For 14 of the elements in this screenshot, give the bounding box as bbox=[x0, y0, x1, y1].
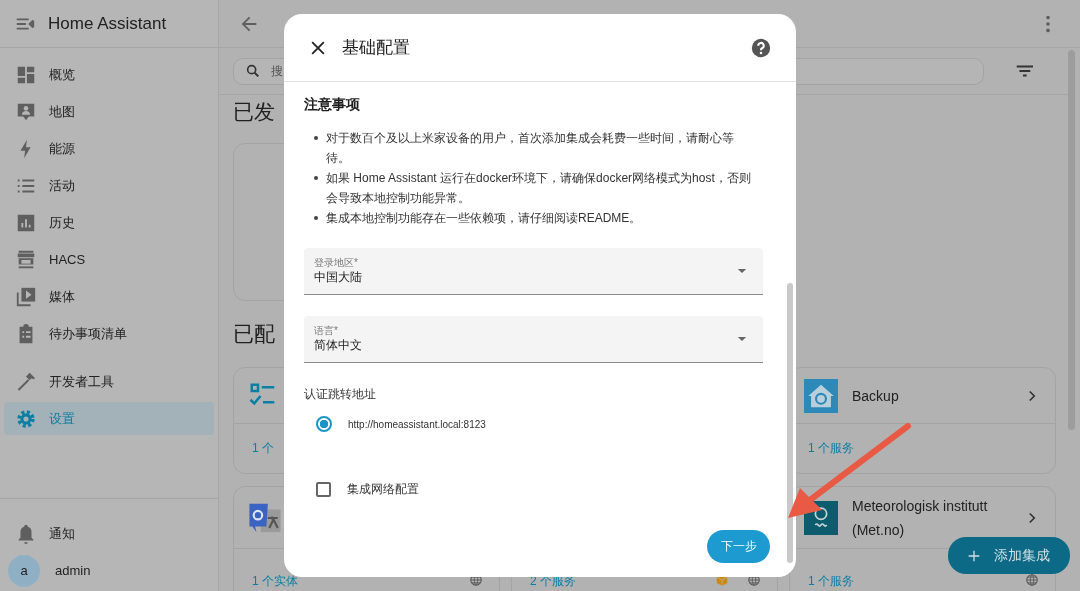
notice-text: 集成本地控制功能存在一些依赖项，请仔细阅读README。 bbox=[326, 210, 642, 227]
card-title: Backup bbox=[852, 386, 900, 406]
app-title: Home Assistant bbox=[48, 13, 167, 34]
field-label: 认证跳转地址 bbox=[304, 386, 377, 402]
notice-text: 对于数百个及以上米家设备的用户，首次添加集成会耗费一些时间，请耐心等待。 bbox=[326, 130, 735, 167]
card-title: Meteorologisk institutt (Met.no) bbox=[852, 496, 989, 540]
avatar: a bbox=[8, 554, 40, 587]
option-label: 集成网络配置 bbox=[347, 480, 419, 498]
notice-text: 如果 Home Assistant 运行在docker环境下，请确保docker网络模式为host，否则会导致本地控制功能异常。 bbox=[326, 170, 752, 207]
section-heading: 已配 bbox=[233, 321, 275, 347]
notice-heading: 注意事项 bbox=[304, 95, 361, 114]
option-label: http://homeassistant.local:8123 bbox=[348, 418, 486, 430]
section-heading: 已发 bbox=[233, 99, 275, 125]
dialog-title: 基础配置 bbox=[342, 37, 411, 59]
